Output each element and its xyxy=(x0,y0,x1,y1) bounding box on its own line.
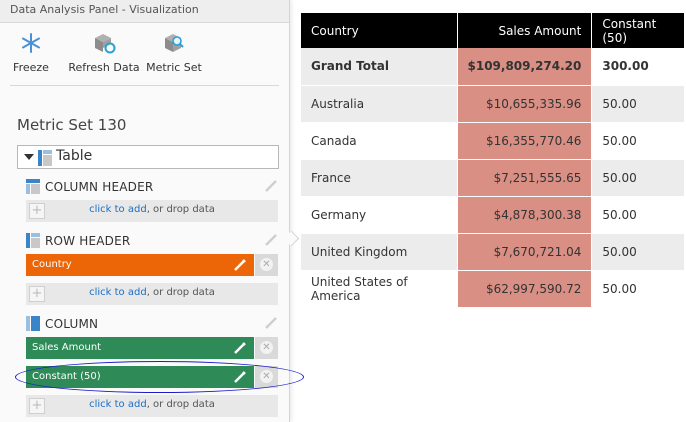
cell-country: Grand Total xyxy=(301,48,457,86)
cell-country: Germany xyxy=(301,196,457,234)
table-row: United Kingdom $7,670,721.04 50.00 xyxy=(301,233,684,271)
cell-sales: $16,355,770.46 xyxy=(456,122,593,160)
row-header-title: ROW HEADER xyxy=(45,234,131,248)
freeze-button[interactable]: Freeze xyxy=(12,31,50,74)
visual-type-label: Table xyxy=(56,148,93,164)
column-header-icon xyxy=(26,179,40,194)
column-icon xyxy=(26,316,40,331)
cell-sales: $4,878,300.38 xyxy=(456,196,593,234)
field-label: Sales Amount xyxy=(32,342,102,353)
cell-sales: $7,251,555.65 xyxy=(456,159,593,197)
cell-sales: $109,809,274.20 xyxy=(456,48,593,86)
cell-constant: 50.00 xyxy=(591,196,684,234)
snowflake-icon xyxy=(22,33,40,53)
header-constant[interactable]: Constant (50) xyxy=(591,13,684,48)
column-header-dropzone[interactable]: + click to add, or drop data xyxy=(26,200,278,222)
cell-sales: $7,670,721.04 xyxy=(456,233,593,271)
click-to-add-link[interactable]: click to add xyxy=(89,204,147,215)
column-dropzone[interactable]: + click to add, or drop data xyxy=(26,395,278,417)
refresh-data-icon xyxy=(95,34,116,54)
cell-country: France xyxy=(301,159,457,197)
grand-total-row: Grand Total $109,809,274.20 300.00 xyxy=(301,48,684,86)
column-title: COLUMN xyxy=(45,317,99,331)
refresh-data-label: Refresh Data xyxy=(68,61,140,74)
metric-set-icon xyxy=(165,34,184,52)
cell-constant: 50.00 xyxy=(591,159,684,197)
close-icon[interactable]: ✕ xyxy=(260,341,273,354)
pencil-icon[interactable] xyxy=(233,341,247,355)
row-field-country[interactable]: Country xyxy=(26,254,254,276)
table-row: Germany $4,878,300.38 50.00 xyxy=(301,196,684,234)
remove-country-button[interactable]: ✕ xyxy=(255,254,278,276)
refresh-data-button[interactable]: Refresh Data xyxy=(66,31,142,74)
cell-country: United Kingdom xyxy=(301,233,457,271)
cell-sales: $62,997,590.72 xyxy=(456,270,593,308)
visual-type-select[interactable]: Table xyxy=(17,145,279,169)
freeze-label: Freeze xyxy=(13,61,49,74)
highlight-annotation xyxy=(15,361,304,393)
header-sales-amount[interactable]: Sales Amount xyxy=(457,13,593,48)
click-to-add-link[interactable]: click to add xyxy=(89,399,147,410)
cell-country: United States of America xyxy=(301,270,457,308)
metric-set-button[interactable]: Metric Set xyxy=(144,31,204,74)
row-header-icon xyxy=(26,233,40,248)
cell-country: Canada xyxy=(301,122,457,160)
click-to-add-link[interactable]: click to add xyxy=(89,287,147,298)
cell-constant: 50.00 xyxy=(591,85,684,123)
panel-toolbar: Freeze Refresh Data Metric Set xyxy=(10,23,279,86)
data-table: Country Sales Amount Constant (50) Grand… xyxy=(301,13,684,308)
cell-country: Australia xyxy=(301,85,457,123)
data-analysis-panel: Data Analysis Panel - Visualization Free… xyxy=(0,0,290,422)
remove-sales-amount-button[interactable]: ✕ xyxy=(255,337,278,359)
cell-constant: 50.00 xyxy=(591,270,684,308)
cell-constant: 50.00 xyxy=(591,233,684,271)
table-row: United States of America $62,997,590.72 … xyxy=(301,270,684,308)
panel-title: Data Analysis Panel - Visualization xyxy=(0,0,289,23)
field-label: Country xyxy=(32,259,72,270)
row-header-dropzone[interactable]: + click to add, or drop data xyxy=(26,283,278,305)
edit-column-icon[interactable] xyxy=(264,316,278,330)
edit-row-header-icon[interactable] xyxy=(264,233,278,247)
close-icon[interactable]: ✕ xyxy=(260,258,273,271)
column-header-title: COLUMN HEADER xyxy=(45,180,154,194)
column-field-sales-amount[interactable]: Sales Amount xyxy=(26,337,254,359)
cell-sales: $10,655,335.96 xyxy=(456,85,593,123)
cell-constant: 300.00 xyxy=(591,48,684,86)
header-country[interactable]: Country xyxy=(301,13,458,48)
table-row: France $7,251,555.65 50.00 xyxy=(301,159,684,197)
caret-down-icon[interactable] xyxy=(24,154,34,160)
metric-set-label: Metric Set xyxy=(146,61,202,74)
metric-set-name: Metric Set 130 xyxy=(17,116,127,134)
table-row: Canada $16,355,770.46 50.00 xyxy=(301,122,684,160)
table-row: Australia $10,655,335.96 50.00 xyxy=(301,85,684,123)
edit-column-header-icon[interactable] xyxy=(264,179,278,193)
cell-constant: 50.00 xyxy=(591,122,684,160)
pencil-icon[interactable] xyxy=(233,258,247,272)
table-icon xyxy=(38,150,52,166)
